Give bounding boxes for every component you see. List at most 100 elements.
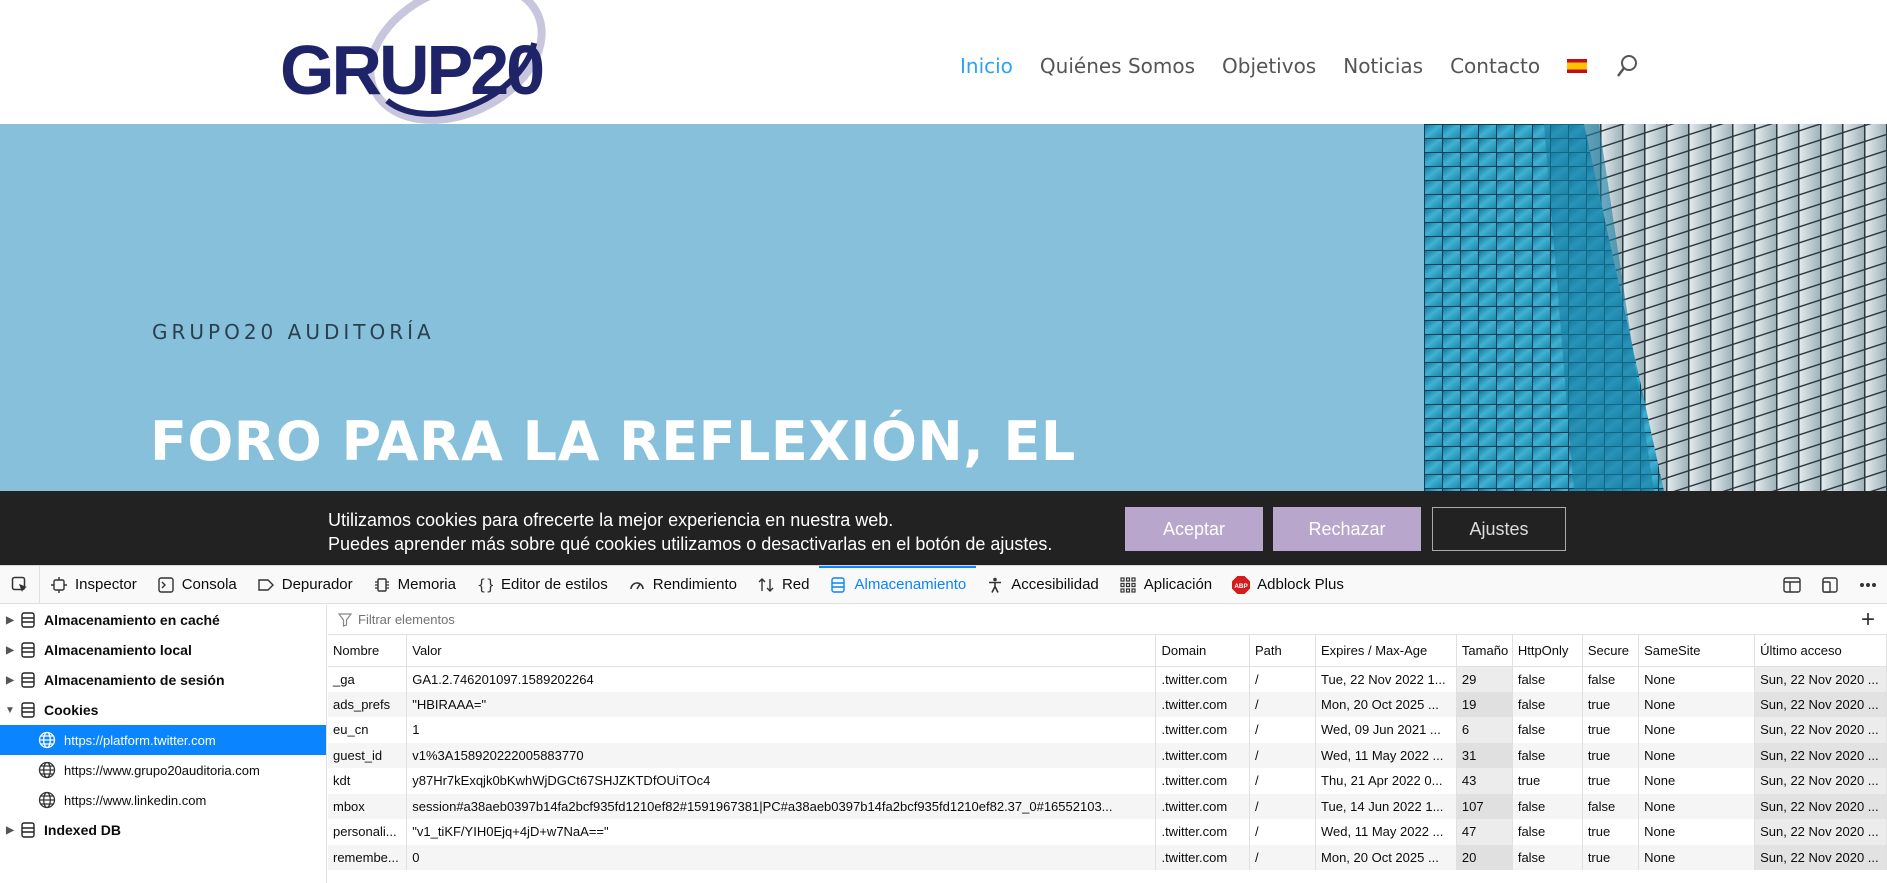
responsive-design-icon[interactable]: [1811, 566, 1849, 604]
table-cell: Sun, 22 Nov 2020 ...: [1754, 666, 1887, 692]
cookie-host-item[interactable]: https://www.grupo20auditoria.com: [0, 755, 326, 785]
cookies-table-panel: Filtrar elementos + Nombre Valor Domain Pat…: [328, 605, 1887, 883]
cookie-message-line1: Utilizamos cookies para ofrecerte la mej…: [328, 510, 894, 530]
nav-item-contacto[interactable]: Contacto: [1450, 54, 1540, 78]
application-icon: [1119, 576, 1137, 594]
column-header[interactable]: Valor: [406, 635, 1157, 667]
table-cell: None: [1638, 819, 1756, 845]
table-cell: Sun, 22 Nov 2020 ...: [1754, 717, 1887, 743]
table-row[interactable]: mbox session#a38aeb0397b14fa2bcf935fd1210…: [328, 793, 1887, 819]
tab-inspector[interactable]: Inspector: [40, 566, 147, 604]
table-cell: Sun, 22 Nov 2020 ...: [1754, 793, 1887, 819]
storage-icon: [20, 642, 36, 658]
table-row[interactable]: eu_cn 1 .twitter.com / Wed, 09 Jun 2021 ... 6…: [328, 717, 1887, 743]
column-header[interactable]: Secure: [1582, 635, 1640, 667]
hero-title: FORO PARA LA REFLEXIÓN, EL: [150, 410, 1076, 473]
memory-icon: [373, 576, 391, 594]
table-row[interactable]: remembe... 0 .twitter.com / Mon, 20 Oct 2025…: [328, 844, 1887, 870]
tab-console[interactable]: Consola: [147, 566, 247, 604]
table-cell: .twitter.com: [1155, 691, 1250, 717]
table-row[interactable]: ads_prefs "HBIRAAA=" .twitter.com / Mon, 20 …: [328, 691, 1887, 717]
table-cell: true: [1582, 819, 1640, 845]
tree-item-almacenamiento-de-sesi-n[interactable]: ▶ Almacenamiento de sesión: [0, 665, 326, 695]
column-header[interactable]: Tamaño: [1456, 635, 1513, 667]
tab-adblock[interactable]: ABP Adblock Plus: [1222, 566, 1354, 604]
tree-item-almacenamiento-local[interactable]: ▶ Almacenamiento local: [0, 635, 326, 665]
tree-item-indexed-db[interactable]: ▶ Indexed DB: [0, 815, 326, 845]
tab-label: Rendimiento: [652, 576, 737, 593]
nav-item-objetivos[interactable]: Objetivos: [1222, 54, 1316, 78]
collapsed-arrow-icon[interactable]: ▶: [0, 825, 20, 836]
svg-text:ABP: ABP: [1234, 583, 1247, 590]
tab-memory[interactable]: Memoria: [363, 566, 466, 604]
table-cell: true: [1582, 717, 1640, 743]
table-row[interactable]: _ga GA1.2.746201097.1589202264 .twitter.co…: [328, 666, 1887, 692]
language-flag-icon[interactable]: [1567, 59, 1588, 73]
table-cell: None: [1638, 717, 1756, 743]
filter-bar[interactable]: Filtrar elementos +: [328, 605, 1887, 635]
tree-item-label: Almacenamiento en caché: [44, 612, 220, 628]
tab-label: Almacenamiento: [854, 576, 967, 593]
nav-item-qui-nes-somos[interactable]: Quiénes Somos: [1040, 54, 1195, 78]
table-cell: false: [1512, 717, 1583, 743]
search-icon[interactable]: [1617, 54, 1639, 78]
nav-item-noticias[interactable]: Noticias: [1343, 54, 1423, 78]
tree-item-almacenamiento-en-cach-[interactable]: ▶ Almacenamiento en caché: [0, 605, 326, 635]
table-cell: None: [1638, 793, 1756, 819]
performance-icon: [628, 576, 646, 594]
table-cell: true: [1582, 742, 1640, 768]
storage-icon: [20, 702, 36, 718]
cookie-settings-button[interactable]: Ajustes: [1432, 507, 1566, 551]
collapsed-arrow-icon[interactable]: ▶: [0, 615, 20, 626]
filter-input[interactable]: Filtrar elementos: [358, 612, 455, 627]
table-row[interactable]: kdt y87Hr7kExqjk0bKwhWjDGCt67SHJZKTDfOUiT…: [328, 768, 1887, 794]
table-cell: None: [1638, 768, 1756, 794]
nav-item-inicio[interactable]: Inicio: [960, 54, 1013, 78]
tab-accessibility[interactable]: Accesibilidad: [976, 566, 1109, 604]
element-picker-icon[interactable]: [0, 565, 40, 604]
column-header[interactable]: Expires / Max-Age: [1315, 635, 1457, 667]
collapsed-arrow-icon[interactable]: ▶: [0, 675, 20, 686]
column-header[interactable]: Nombre: [328, 635, 408, 667]
table-cell: /: [1249, 819, 1317, 845]
column-header[interactable]: Último acceso: [1754, 635, 1887, 667]
tree-item-label: Almacenamiento de sesión: [44, 672, 225, 688]
globe-icon: [38, 761, 56, 779]
tree-item-label: Cookies: [44, 702, 99, 718]
table-cell: Tue, 22 Nov 2022 1...: [1315, 666, 1457, 692]
cookie-host-item[interactable]: https://www.linkedin.com: [0, 785, 326, 815]
site-header: GRUP20 Inicio Quiénes Somos Objetivos Notic…: [0, 0, 1887, 124]
tree-item-cookies[interactable]: ▼ Cookies: [0, 695, 326, 725]
tab-performance[interactable]: Rendimiento: [618, 566, 747, 604]
accept-cookies-button[interactable]: Aceptar: [1125, 507, 1263, 551]
table-cell: false: [1512, 691, 1583, 717]
column-header[interactable]: Domain: [1155, 635, 1250, 667]
table-cell: /: [1249, 691, 1317, 717]
site-logo[interactable]: GRUP20: [278, 0, 558, 124]
devtools-actions: [1773, 566, 1887, 604]
dock-layout-icon[interactable]: [1773, 566, 1811, 604]
table-cell: .twitter.com: [1155, 819, 1250, 845]
reject-cookies-button[interactable]: Rechazar: [1273, 507, 1421, 551]
more-options-icon[interactable]: [1849, 566, 1887, 604]
tab-label: Accesibilidad: [1011, 576, 1099, 593]
table-cell: "v1_tiKF/YIH0Ejq+4jD+w7NaA==": [406, 819, 1157, 845]
table-row[interactable]: guest_id v1%3A158920222005883770 .twitter.…: [328, 742, 1887, 768]
add-cookie-icon[interactable]: +: [1861, 608, 1875, 632]
table-row[interactable]: personali... "v1_tiKF/YIH0Ejq+4jD+w7NaA==…: [328, 819, 1887, 845]
table-cell: Sun, 22 Nov 2020 ...: [1754, 691, 1887, 717]
column-header[interactable]: SameSite: [1638, 635, 1756, 667]
cookie-host-item[interactable]: https://platform.twitter.com: [0, 725, 326, 755]
column-header[interactable]: HttpOnly: [1512, 635, 1583, 667]
tab-network[interactable]: Red: [747, 566, 820, 604]
tab-style-editor[interactable]: {} Editor de estilos: [466, 566, 618, 604]
tab-storage[interactable]: Almacenamiento: [819, 565, 976, 604]
table-cell: GA1.2.746201097.1589202264: [406, 666, 1157, 692]
table-cell: .twitter.com: [1155, 742, 1250, 768]
expanded-arrow-icon[interactable]: ▼: [0, 705, 20, 716]
tab-debugger[interactable]: Depurador: [247, 566, 363, 604]
tab-label: Red: [781, 576, 810, 593]
tab-application[interactable]: Aplicación: [1109, 566, 1222, 604]
column-header[interactable]: Path: [1249, 635, 1317, 667]
collapsed-arrow-icon[interactable]: ▶: [0, 645, 20, 656]
